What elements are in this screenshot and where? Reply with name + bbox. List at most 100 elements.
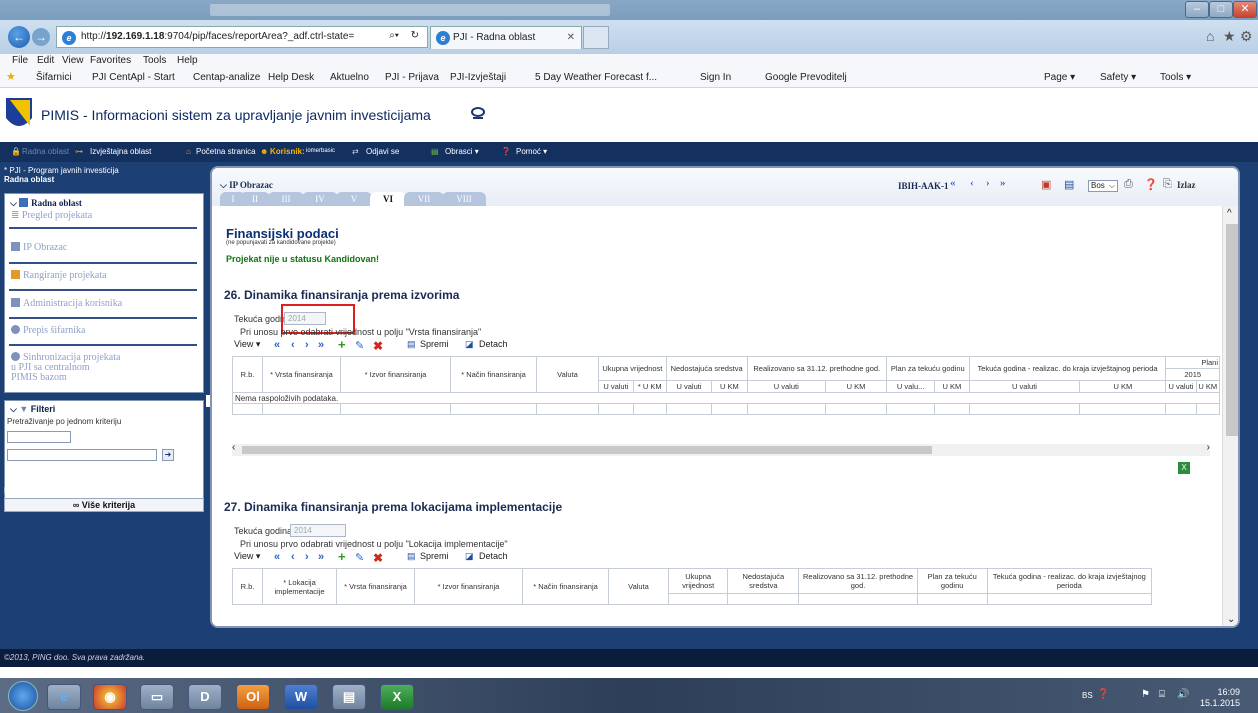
vscroll-thumb[interactable] (1226, 224, 1238, 436)
col-rb[interactable]: R.b. (232, 356, 263, 393)
collapse-icon[interactable]: ⌵ (10, 198, 17, 208)
item-prepis[interactable]: Prepis šifarnika (11, 325, 86, 336)
flag-tray-icon[interactable]: ⚑ (1141, 689, 1150, 700)
tab-vii[interactable]: VII (404, 192, 444, 206)
language-select[interactable]: Bos ⌵ (1088, 180, 1118, 192)
cmd-safety[interactable]: Safety ▾ (1100, 72, 1136, 83)
prev-row-icon[interactable]: ‹ (291, 551, 295, 563)
hscroll-right-icon[interactable]: › (1207, 442, 1210, 453)
excel-export-icon[interactable]: X (1178, 462, 1190, 474)
help-tray-icon[interactable]: ❓ (1097, 689, 1109, 700)
language-indicator[interactable]: BS (1082, 691, 1093, 700)
col-plani[interactable]: Plani (1165, 356, 1220, 369)
col-plan[interactable]: Plan za tekuću godinu (916, 568, 988, 594)
delete-row-icon[interactable]: ✖ (373, 339, 383, 353)
forward-button[interactable]: → (32, 28, 50, 46)
network-tray-icon[interactable]: ⌸ (1159, 689, 1165, 700)
hscroll-thumb[interactable] (242, 446, 932, 454)
tab-v[interactable]: V (336, 192, 372, 206)
menu-favorites[interactable]: Favorites (90, 55, 131, 66)
address-bar[interactable]: e http://192.169.1.18:9704/pip/faces/rep… (56, 26, 428, 48)
cmd-tools[interactable]: Tools ▾ (1160, 72, 1191, 83)
exit-icon[interactable]: ⎘ (1163, 178, 1172, 191)
add-row-icon[interactable]: + (338, 549, 346, 564)
favorites-star-icon[interactable]: ★ (1223, 28, 1236, 45)
window-taskbar-icon[interactable]: ▤ (332, 684, 366, 710)
edit-row-icon[interactable]: ✎ (355, 339, 364, 352)
excel-taskbar-icon[interactable]: X (380, 684, 414, 710)
filter-input[interactable] (7, 449, 157, 461)
filter-header[interactable]: ⌵ ▼ Filteri (10, 404, 55, 415)
menu-file[interactable]: File (12, 55, 28, 66)
system-clock[interactable]: 16:09 15.1.2015 (1200, 687, 1240, 709)
fav-centap-analize[interactable]: Centap-analize (193, 72, 260, 83)
spremi-button[interactable]: Spremi (420, 551, 449, 561)
form-header[interactable]: ⌵ IP Obrazac (220, 180, 273, 191)
home-icon[interactable]: ⌂ (1206, 28, 1214, 44)
scroll-down-icon[interactable]: ⌄ (1227, 614, 1235, 625)
tab-iv[interactable]: IV (302, 192, 338, 206)
menu-help[interactable]: Help (177, 55, 198, 66)
horizontal-scrollbar[interactable]: ‹ › (232, 442, 1210, 456)
filter-go-button[interactable]: ➜ (162, 449, 174, 461)
col-realizovano[interactable]: Realizovano sa 31.12. prethodne god. (798, 568, 918, 594)
save-icon[interactable]: ▤ (407, 339, 416, 350)
hscroll-left-icon[interactable]: ‹ (232, 442, 235, 453)
izlaz-label[interactable]: Izlaz (1177, 180, 1196, 190)
detach-icon[interactable]: ◪ (465, 339, 474, 350)
vertical-scrollbar[interactable]: ^ ⌄ (1222, 206, 1238, 626)
col-tekuca[interactable]: Tekuća godina - realizac. do kraja izvje… (986, 568, 1153, 594)
tab-viii[interactable]: VIII (442, 192, 486, 206)
menu-view[interactable]: View (62, 55, 84, 66)
back-button[interactable]: ← (8, 26, 30, 48)
ie-taskbar-icon[interactable]: e (47, 684, 81, 710)
fav-pji-prijava[interactable]: PJI - Prijava (385, 72, 439, 83)
save-icon[interactable]: ▤ (407, 551, 416, 562)
explorer-taskbar-icon[interactable]: ▭ (140, 684, 174, 710)
delete-row-icon[interactable]: ✖ (373, 551, 383, 565)
view-menu[interactable]: View ▾ (234, 339, 260, 350)
nav-pocetna[interactable]: Početna stranica (196, 147, 256, 156)
minimize-button[interactable]: – (1185, 1, 1209, 18)
first-page-icon[interactable]: « (950, 177, 956, 189)
menu-tools[interactable]: Tools (143, 55, 166, 66)
new-tab-button[interactable] (583, 26, 609, 49)
tab-iii[interactable]: III (268, 192, 304, 206)
col-valuta[interactable]: Valuta (536, 356, 599, 393)
fav-signin[interactable]: Sign In (700, 72, 731, 83)
edit-row-icon[interactable]: ✎ (355, 551, 364, 564)
fav-google-prevoditelj[interactable]: Google Prevoditelj (765, 72, 847, 83)
fav-sifarnici[interactable]: Šifarnici (36, 72, 72, 83)
menu-edit[interactable]: Edit (37, 55, 54, 66)
item-administracija[interactable]: Administracija korisnika (11, 298, 122, 309)
item-pregled-projekata[interactable]: ≣ Pregled projekata (11, 210, 92, 221)
vise-kriterija-button[interactable]: ∞ Više kriterija (4, 498, 204, 512)
spremi-button[interactable]: Spremi (420, 339, 449, 349)
last-row-icon[interactable]: » (318, 551, 324, 563)
prev-row-icon[interactable]: ‹ (291, 339, 295, 351)
col-rb[interactable]: R.b. (232, 568, 263, 605)
prev-page-icon[interactable]: ‹ (970, 177, 974, 189)
tab-ii[interactable]: II (240, 192, 270, 206)
col-ukupna[interactable]: Ukupna vrijednost (667, 568, 729, 594)
view-menu[interactable]: View ▾ (234, 551, 260, 562)
item-rangiranje[interactable]: Rangiranje projekata (11, 270, 107, 281)
nav-obrasci[interactable]: Obrasci ▾ (445, 147, 479, 156)
start-button[interactable] (8, 681, 38, 711)
fav-aktuelno[interactable]: Aktuelno (330, 72, 369, 83)
last-page-icon[interactable]: » (1000, 177, 1006, 189)
fav-centapl[interactable]: PJI CentApl - Start (92, 72, 175, 83)
first-row-icon[interactable]: « (274, 551, 280, 563)
col-izvor[interactable]: * Izvor finansiranja (340, 356, 451, 393)
detach-button[interactable]: Detach (479, 551, 508, 561)
cmd-page[interactable]: Page ▾ (1044, 72, 1075, 83)
item-ip-obrazac[interactable]: IP Obrazac (11, 242, 67, 253)
item-sinhronizacija[interactable]: Sinhronizacija projekata u PJI sa centra… (11, 352, 120, 383)
settings-gear-icon[interactable]: ⚙ (1240, 28, 1253, 45)
col-valuta[interactable]: Valuta (608, 568, 669, 605)
maximize-button[interactable]: □ (1209, 1, 1233, 18)
next-page-icon[interactable]: › (986, 177, 990, 189)
add-row-icon[interactable]: + (338, 337, 346, 352)
col-ukupna[interactable]: Ukupna vrijednost (598, 356, 667, 381)
panel-header[interactable]: ⌵ Radna oblast (10, 198, 82, 209)
